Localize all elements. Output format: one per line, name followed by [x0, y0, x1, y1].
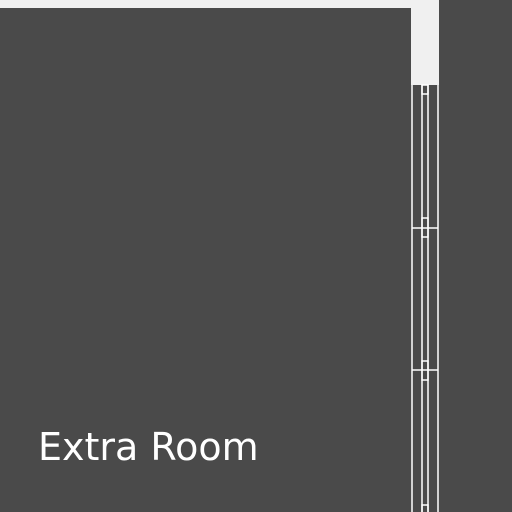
corner-wall [411, 0, 439, 85]
window-frame [411, 84, 439, 512]
room-label: Extra Room [38, 425, 259, 469]
top-wall [0, 0, 411, 8]
floor-plan: Extra Room [0, 0, 512, 512]
